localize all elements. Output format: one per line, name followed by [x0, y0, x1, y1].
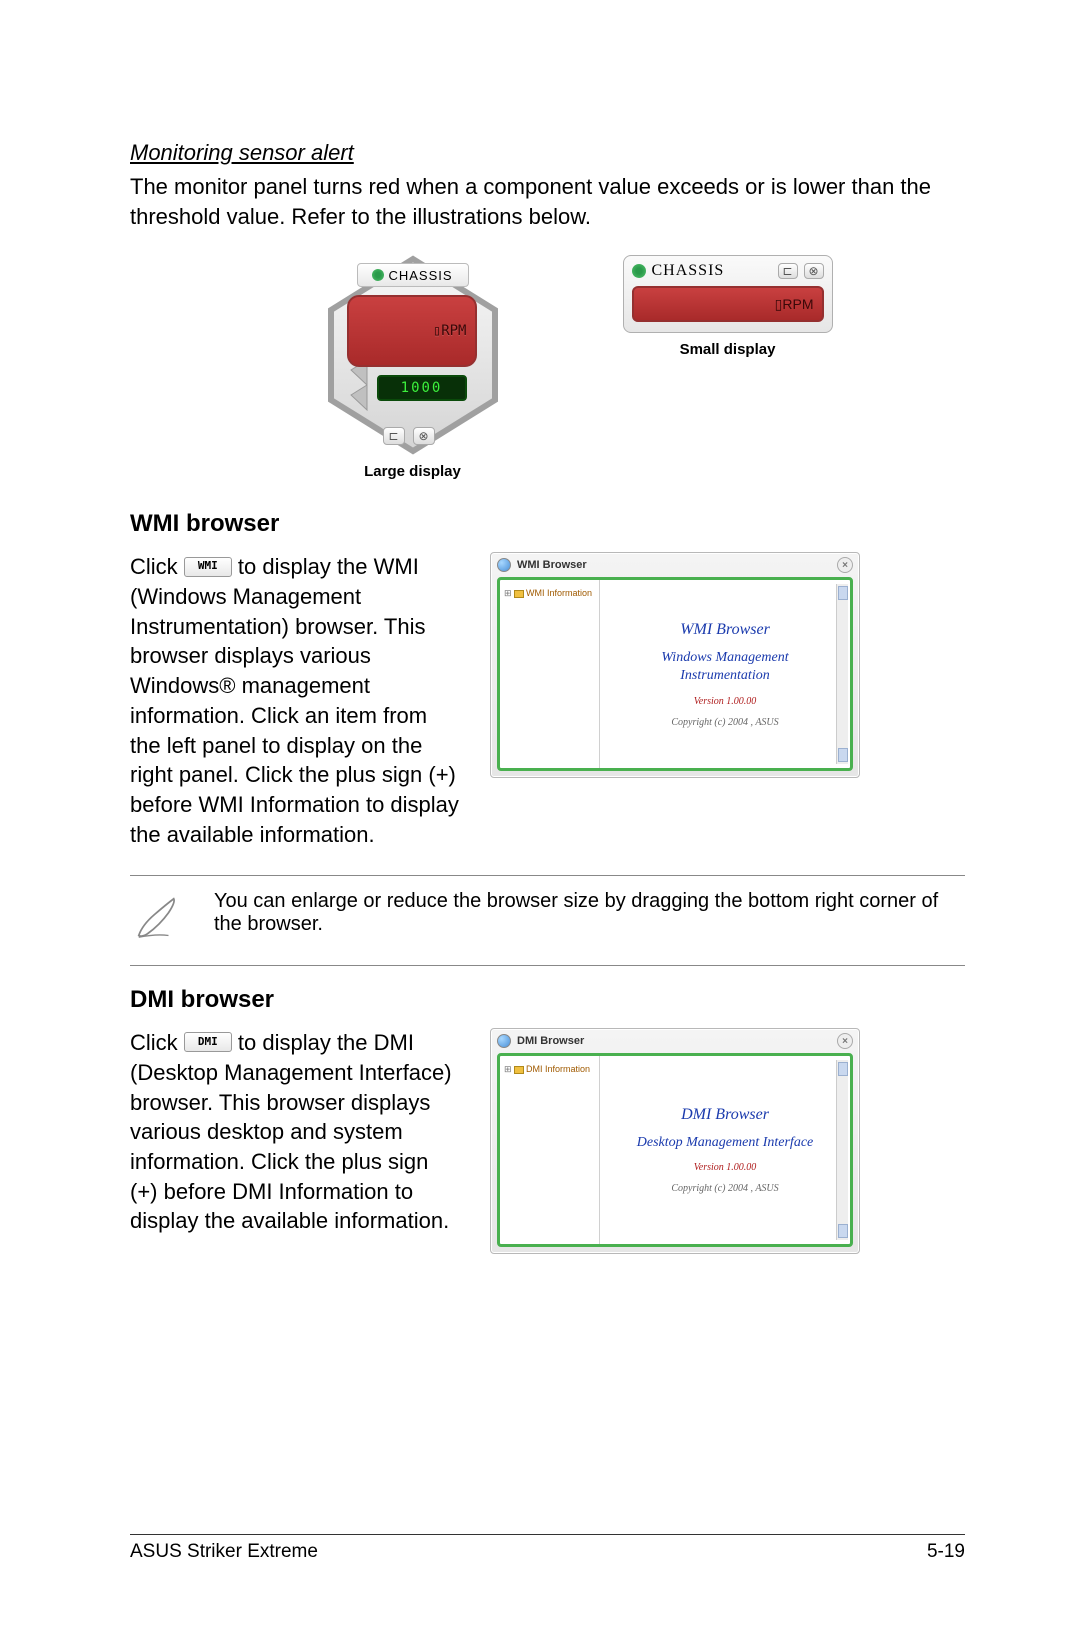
large-display-figure: CHASSIS ▯RPM 1000 ⊏ ⊗ Large display — [323, 255, 503, 480]
rpm-lcd-red: ▯RPM — [632, 286, 824, 322]
wmi-description: Click WMI to display the WMI (Windows Ma… — [130, 552, 460, 849]
close-icon[interactable]: × — [837, 1033, 853, 1049]
small-display-caption: Small display — [680, 341, 776, 358]
globe-icon — [497, 1034, 511, 1048]
tree-panel[interactable]: DMI Information — [500, 1056, 600, 1244]
note-block: You can enlarge or reduce the browser si… — [130, 875, 965, 966]
dmi-description: Click DMI to display the DMI (Desktop Ma… — [130, 1028, 460, 1236]
rpm-lcd-red: ▯RPM — [347, 295, 477, 367]
chassis-label-bar: CHASSIS — [357, 263, 469, 287]
chassis-hex-widget: CHASSIS ▯RPM 1000 ⊏ ⊗ — [323, 255, 503, 455]
content-panel: WMI Browser Windows Management Instrumen… — [600, 580, 850, 768]
close-icon[interactable]: ⊗ — [413, 427, 435, 445]
page-footer: ASUS Striker Extreme 5-19 — [130, 1534, 965, 1563]
fan-icon — [632, 264, 646, 278]
small-display-figure: CHASSIS ⊏ ⊗ ▯RPM Small display — [623, 255, 833, 358]
tree-panel[interactable]: WMI Information — [500, 580, 600, 768]
wmi-browser-window: WMI Browser × WMI Information WMI Browse… — [490, 552, 860, 778]
chassis-label: CHASSIS — [388, 268, 452, 283]
fan-icon — [372, 269, 384, 281]
scrollbar[interactable] — [836, 1060, 848, 1240]
close-icon[interactable]: ⊗ — [804, 263, 824, 279]
section-title: Monitoring sensor alert — [130, 140, 965, 166]
globe-icon — [497, 558, 511, 572]
section-body: The monitor panel turns red when a compo… — [130, 172, 965, 231]
window-title: DMI Browser — [517, 1035, 584, 1047]
wmi-button[interactable]: WMI — [184, 557, 232, 577]
window-title: WMI Browser — [517, 559, 587, 571]
content-panel: DMI Browser Desktop Management Interface… — [600, 1056, 850, 1244]
chassis-label: CHASSIS — [652, 262, 772, 280]
rpm-label: ▯RPM — [775, 296, 814, 313]
tree-root-item[interactable]: DMI Information — [504, 1064, 595, 1075]
panel-title: WMI Browser — [680, 621, 770, 639]
pen-icon — [130, 890, 186, 951]
note-text: You can enlarge or reduce the browser si… — [214, 890, 965, 936]
expand-icon[interactable]: ⊏ — [778, 263, 798, 279]
folder-icon — [514, 1066, 524, 1074]
wmi-heading: WMI browser — [130, 510, 965, 538]
figures-row: CHASSIS ▯RPM 1000 ⊏ ⊗ Large display CHAS… — [190, 255, 965, 480]
tree-root-item[interactable]: WMI Information — [504, 588, 595, 599]
dmi-heading: DMI browser — [130, 986, 965, 1014]
panel-subtitle: Desktop Management Interface — [637, 1134, 814, 1152]
close-icon[interactable]: × — [837, 557, 853, 573]
scrollbar[interactable] — [836, 584, 848, 764]
large-display-caption: Large display — [364, 463, 461, 480]
footer-product: ASUS Striker Extreme — [130, 1541, 318, 1563]
copyright-text: Copyright (c) 2004 , ASUS — [671, 717, 778, 728]
rpm-label: ▯RPM — [433, 323, 467, 339]
dmi-button[interactable]: DMI — [184, 1032, 232, 1052]
collapse-icon[interactable]: ⊏ — [383, 427, 405, 445]
dmi-browser-window: DMI Browser × DMI Information DMI Browse… — [490, 1028, 860, 1254]
folder-icon — [514, 590, 524, 598]
chassis-small-widget: CHASSIS ⊏ ⊗ ▯RPM — [623, 255, 833, 333]
panel-title: DMI Browser — [681, 1106, 769, 1124]
version-text: Version 1.00.00 — [694, 696, 757, 707]
version-text: Version 1.00.00 — [694, 1162, 757, 1173]
copyright-text: Copyright (c) 2004 , ASUS — [671, 1183, 778, 1194]
footer-page-number: 5-19 — [927, 1541, 965, 1563]
panel-subtitle: Windows Management Instrumentation — [616, 649, 834, 685]
threshold-lcd: 1000 — [377, 375, 467, 401]
